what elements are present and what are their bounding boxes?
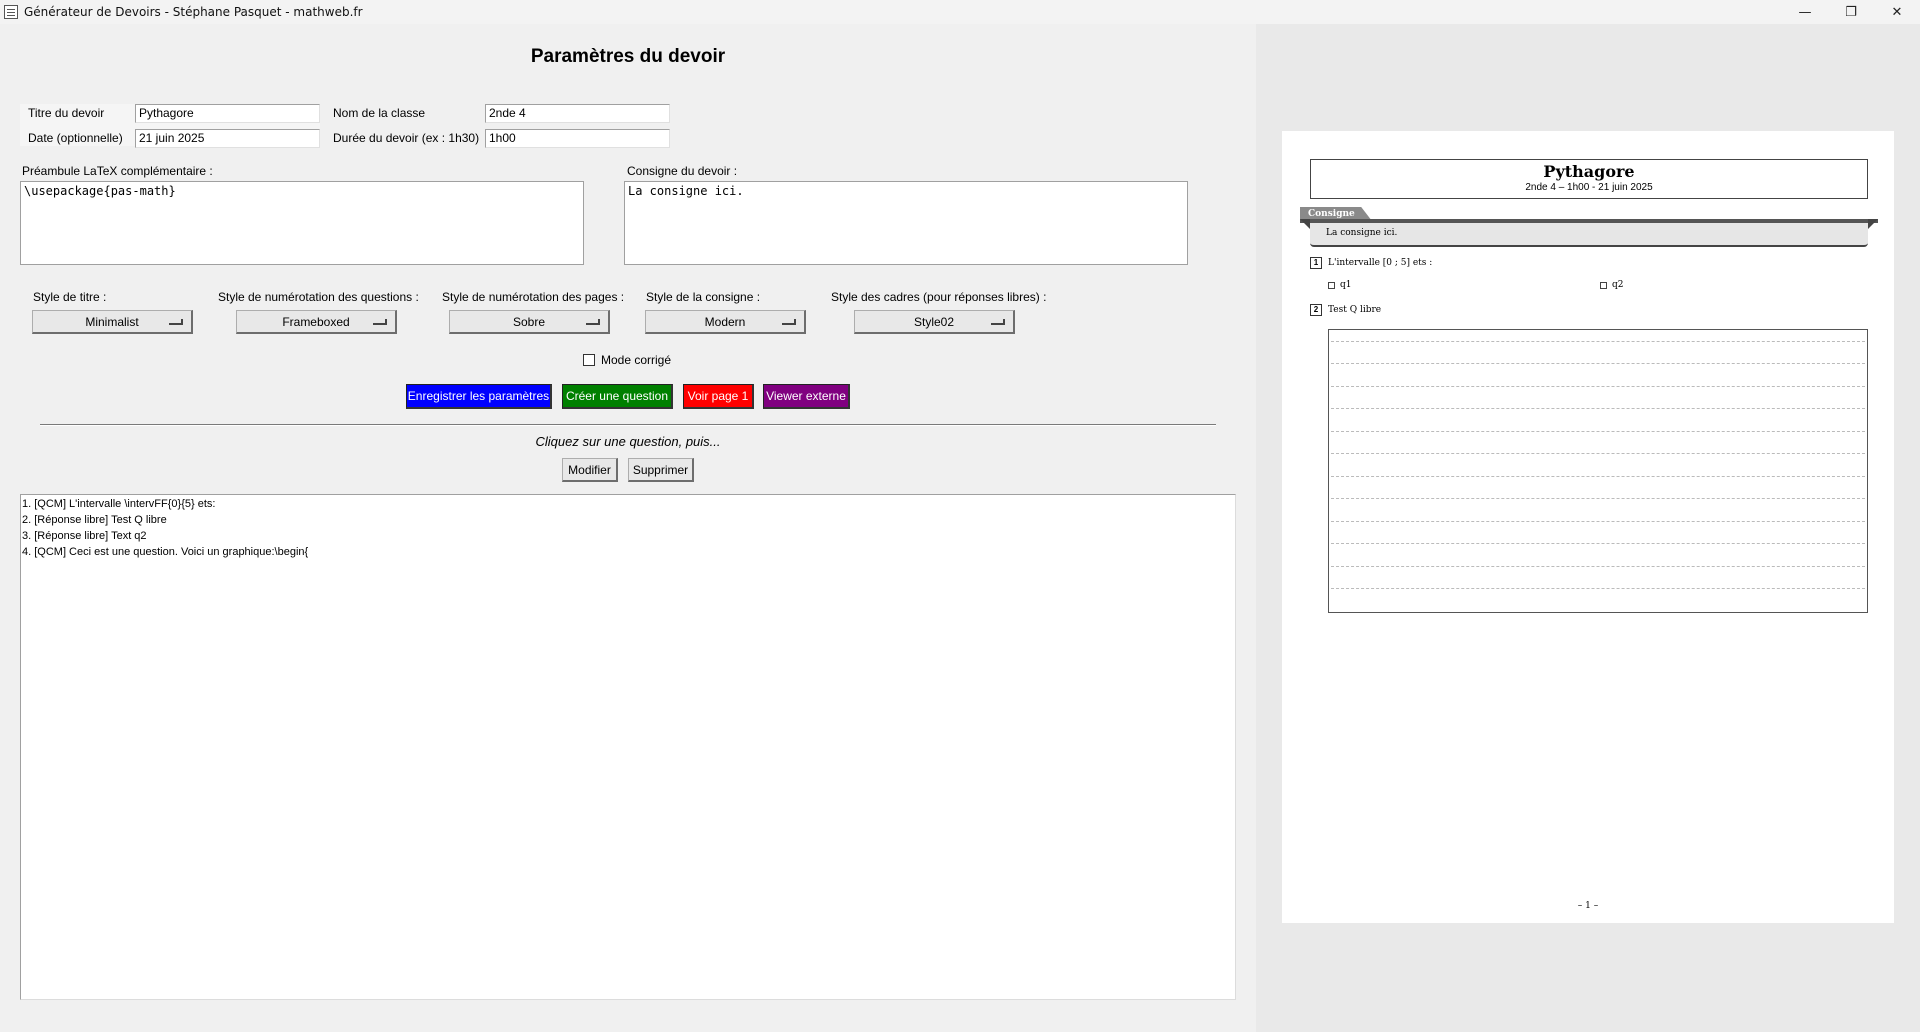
frame-style-label: Style des cadres (pour réponses libres) … <box>831 290 1047 304</box>
title-label: Titre du devoir <box>28 106 105 120</box>
class-input[interactable]: 2nde 4 <box>485 104 670 123</box>
preview-title-box: Pythagore 2nde 4 – 1h00 - 21 juin 2025 <box>1310 159 1868 199</box>
page-num-style-label: Style de numérotation des pages : <box>442 290 625 304</box>
list-item[interactable]: 2. [Réponse libre] Test Q libre <box>22 512 1234 528</box>
app-icon <box>4 5 18 19</box>
list-item[interactable]: 1. [QCM] L'intervalle \intervFF{0}{5} et… <box>22 496 1234 512</box>
title-style-label: Style de titre : <box>33 290 107 304</box>
chevron-down-icon <box>169 319 183 325</box>
answer-line <box>1331 520 1865 522</box>
close-button[interactable]: ✕ <box>1874 0 1920 24</box>
date-input[interactable]: 21 juin 2025 <box>135 129 320 148</box>
view-page-button[interactable]: Voir page 1 <box>683 384 754 409</box>
window-controls: — ❐ ✕ <box>1782 0 1920 24</box>
preview-answer-frame <box>1328 329 1868 613</box>
consigne-style-select[interactable]: Modern <box>645 310 806 334</box>
preview-consigne-text: La consigne ici. <box>1310 223 1868 247</box>
answer-line <box>1331 588 1865 589</box>
date-label: Date (optionnelle) <box>28 131 123 145</box>
preview-question-number: 2 <box>1310 304 1322 316</box>
frame-style-value: Style02 <box>913 314 955 329</box>
answer-line <box>1331 385 1865 387</box>
minimize-button[interactable]: — <box>1782 0 1828 24</box>
consigne-style-value: Modern <box>704 314 746 329</box>
window-titlebar: Générateur de Devoirs - Stéphane Pasquet… <box>0 0 1920 24</box>
external-viewer-button[interactable]: Viewer externe <box>763 384 850 409</box>
chevron-down-icon <box>782 319 796 325</box>
preview-choice: q2 <box>1612 280 1624 290</box>
edit-question-button[interactable]: Modifier <box>562 458 618 482</box>
preamble-label: Préambule LaTeX complémentaire : <box>22 164 213 178</box>
question-num-style-select[interactable]: Frameboxed <box>236 310 397 334</box>
title-style-value: Minimalist <box>85 314 139 329</box>
preview-page-number: – 1 – <box>1577 901 1599 911</box>
answer-line <box>1331 475 1865 477</box>
delete-question-button[interactable]: Supprimer <box>628 458 694 482</box>
separator <box>40 424 1216 426</box>
save-settings-button[interactable]: Enregistrer les paramètres <box>406 384 552 409</box>
question-num-style-label: Style de numérotation des questions : <box>218 290 419 304</box>
consigne-label: Consigne du devoir : <box>627 164 738 178</box>
question-list[interactable]: 1. [QCM] L'intervalle \intervFF{0}{5} et… <box>20 494 1236 1000</box>
preview-consigne-fold-right <box>1868 219 1878 229</box>
question-num-style-value: Frameboxed <box>282 314 350 329</box>
maximize-button[interactable]: ❐ <box>1828 0 1874 24</box>
answer-line <box>1331 430 1865 432</box>
mode-corrige-checkbox[interactable] <box>583 354 595 366</box>
preview-page[interactable]: Pythagore 2nde 4 – 1h00 - 21 juin 2025 C… <box>1282 131 1894 923</box>
checkbox-icon <box>1600 282 1607 289</box>
window-title: Générateur de Devoirs - Stéphane Pasquet… <box>24 5 363 19</box>
answer-line <box>1331 565 1865 567</box>
list-item[interactable]: 3. [Réponse libre] Text q2 <box>22 528 1234 544</box>
class-label: Nom de la classe <box>333 106 426 120</box>
consigne-textarea[interactable]: La consigne ici. <box>624 181 1188 265</box>
page-num-style-value: Sobre <box>512 314 546 329</box>
preview-question-text: Test Q libre <box>1328 305 1382 315</box>
duration-input[interactable]: 1h00 <box>485 129 670 148</box>
frame-style-select[interactable]: Style02 <box>854 310 1015 334</box>
chevron-down-icon <box>991 319 1005 325</box>
answer-line <box>1331 453 1865 454</box>
answer-line <box>1331 408 1865 409</box>
preview-choice: q1 <box>1340 280 1352 290</box>
duration-label: Durée du devoir (ex : 1h30) <box>333 131 480 145</box>
preview-consigne-fold <box>1300 219 1310 229</box>
chevron-down-icon <box>373 319 387 325</box>
create-question-button[interactable]: Créer une question <box>562 384 673 409</box>
list-item[interactable]: 4. [QCM] Ceci est une question. Voici un… <box>22 544 1234 560</box>
answer-line <box>1331 340 1865 342</box>
answer-line <box>1331 498 1865 499</box>
chevron-down-icon <box>586 319 600 325</box>
settings-panel: Paramètres du devoir Titre du devoir Pyt… <box>0 24 1256 1032</box>
preamble-textarea[interactable]: \usepackage{pas-math} <box>20 181 584 265</box>
preview-title: Pythagore <box>1543 162 1635 181</box>
preview-question-number: 1 <box>1310 257 1322 269</box>
title-style-select[interactable]: Minimalist <box>32 310 193 334</box>
page-num-style-select[interactable]: Sobre <box>449 310 610 334</box>
title-input[interactable]: Pythagore <box>135 104 320 123</box>
checkbox-icon <box>1328 282 1335 289</box>
preview-panel: Pythagore 2nde 4 – 1h00 - 21 juin 2025 C… <box>1256 24 1920 1032</box>
questions-hint: Cliquez sur une question, puis... <box>535 434 721 449</box>
preview-subtitle: 2nde 4 – 1h00 - 21 juin 2025 <box>1525 182 1653 193</box>
preview-question-text: L'intervalle [0 ; 5] ets : <box>1328 258 1433 268</box>
answer-line <box>1331 543 1865 544</box>
answer-line <box>1331 363 1865 364</box>
consigne-style-label: Style de la consigne : <box>646 290 761 304</box>
mode-corrige-label: Mode corrigé <box>601 353 672 367</box>
page-title: Paramètres du devoir <box>530 46 726 67</box>
